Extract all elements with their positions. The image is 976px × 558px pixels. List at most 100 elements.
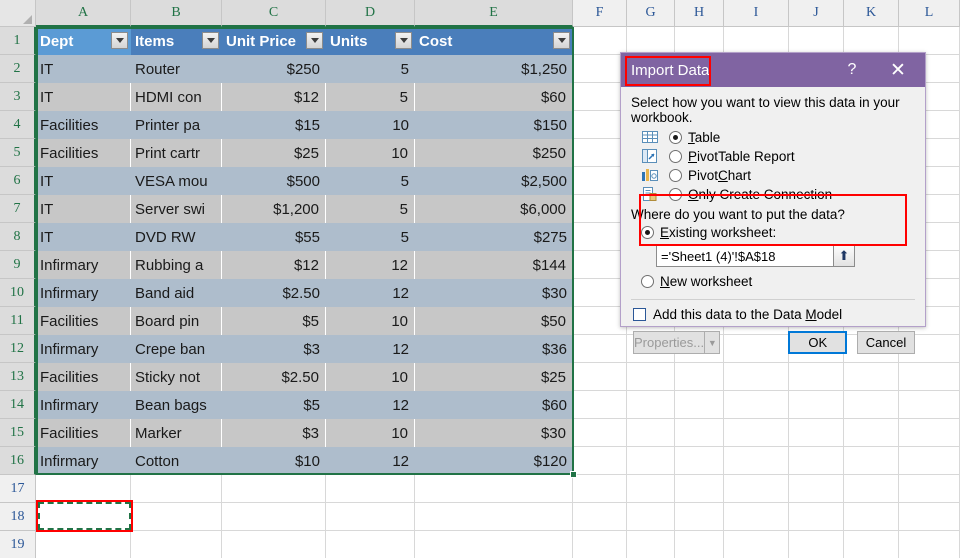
cell-F2[interactable]: [573, 55, 627, 83]
table-cell[interactable]: $60: [415, 391, 573, 419]
column-header-l[interactable]: L: [899, 0, 960, 27]
radio-pivotchart[interactable]: [669, 169, 682, 182]
table-cell[interactable]: IT: [36, 223, 131, 251]
table-cell[interactable]: $5: [222, 391, 326, 419]
cell-L1[interactable]: [899, 27, 960, 55]
cell-C17[interactable]: [222, 475, 326, 503]
cell-A17[interactable]: [36, 475, 131, 503]
column-header-g[interactable]: G: [627, 0, 675, 27]
table-cell[interactable]: Band aid: [131, 279, 222, 307]
cell-I15[interactable]: [724, 419, 789, 447]
cell-J13[interactable]: [789, 363, 844, 391]
table-cell[interactable]: Rubbing a: [131, 251, 222, 279]
row-header-7[interactable]: 7: [0, 195, 36, 223]
table-cell[interactable]: $500: [222, 167, 326, 195]
cell-F15[interactable]: [573, 419, 627, 447]
cell-G19[interactable]: [627, 531, 675, 558]
table-cell[interactable]: $55: [222, 223, 326, 251]
column-header-j[interactable]: J: [789, 0, 844, 27]
cell-K19[interactable]: [844, 531, 899, 558]
cell-E18[interactable]: [415, 503, 573, 531]
cell-F17[interactable]: [573, 475, 627, 503]
table-cell[interactable]: IT: [36, 167, 131, 195]
row-header-19[interactable]: 19: [0, 531, 36, 558]
row-header-16[interactable]: 16: [0, 447, 36, 475]
table-cell[interactable]: $12: [222, 251, 326, 279]
column-header-h[interactable]: H: [675, 0, 724, 27]
radio-new-worksheet[interactable]: [641, 274, 654, 288]
cell-A19[interactable]: [36, 531, 131, 558]
cell-J14[interactable]: [789, 391, 844, 419]
table-cell[interactable]: Marker: [131, 419, 222, 447]
range-picker-icon[interactable]: ⬆: [833, 245, 855, 267]
table-cell[interactable]: $12: [222, 83, 326, 111]
cell-C19[interactable]: [222, 531, 326, 558]
cell-H16[interactable]: [675, 447, 724, 475]
view-option-pivottable[interactable]: PivotTable Report: [631, 147, 915, 166]
row-header-11[interactable]: 11: [0, 307, 36, 335]
help-icon[interactable]: ?: [837, 53, 867, 87]
cell-I16[interactable]: [724, 447, 789, 475]
properties-button[interactable]: Properties...: [633, 331, 706, 354]
table-cell[interactable]: Crepe ban: [131, 335, 222, 363]
table-cell[interactable]: $30: [415, 279, 573, 307]
cell-L16[interactable]: [899, 447, 960, 475]
cell-B17[interactable]: [131, 475, 222, 503]
table-cell[interactable]: VESA mou: [131, 167, 222, 195]
table-cell[interactable]: 12: [326, 335, 415, 363]
row-header-9[interactable]: 9: [0, 251, 36, 279]
cell-H18[interactable]: [675, 503, 724, 531]
table-cell[interactable]: Sticky not: [131, 363, 222, 391]
cell-D17[interactable]: [326, 475, 415, 503]
radio-pivottable[interactable]: [669, 150, 682, 163]
row-header-17[interactable]: 17: [0, 475, 36, 503]
cell-J17[interactable]: [789, 475, 844, 503]
column-header-k[interactable]: K: [844, 0, 899, 27]
cell-L18[interactable]: [899, 503, 960, 531]
table-cell[interactable]: Cotton: [131, 447, 222, 475]
table-cell[interactable]: Print cartr: [131, 139, 222, 167]
cell-F7[interactable]: [573, 195, 627, 223]
row-header-14[interactable]: 14: [0, 391, 36, 419]
cell-B19[interactable]: [131, 531, 222, 558]
cell-L19[interactable]: [899, 531, 960, 558]
table-cell[interactable]: Facilities: [36, 111, 131, 139]
cell-K14[interactable]: [844, 391, 899, 419]
table-cell[interactable]: $250: [415, 139, 573, 167]
cell-F12[interactable]: [573, 335, 627, 363]
ok-button[interactable]: OK: [788, 331, 847, 354]
cell-I18[interactable]: [724, 503, 789, 531]
table-cell[interactable]: 12: [326, 279, 415, 307]
cell-H1[interactable]: [675, 27, 724, 55]
table-cell[interactable]: $144: [415, 251, 573, 279]
table-cell[interactable]: $25: [222, 139, 326, 167]
table-cell[interactable]: 10: [326, 111, 415, 139]
cell-F18[interactable]: [573, 503, 627, 531]
table-cell[interactable]: Board pin: [131, 307, 222, 335]
cell-L13[interactable]: [899, 363, 960, 391]
cell-I17[interactable]: [724, 475, 789, 503]
table-cell[interactable]: Router: [131, 55, 222, 83]
radio-table[interactable]: [669, 131, 682, 144]
table-cell[interactable]: 10: [326, 307, 415, 335]
table-cell[interactable]: Printer pa: [131, 111, 222, 139]
cell-F3[interactable]: [573, 83, 627, 111]
cell-H19[interactable]: [675, 531, 724, 558]
cell-K18[interactable]: [844, 503, 899, 531]
table-cell[interactable]: $6,000: [415, 195, 573, 223]
cell-G16[interactable]: [627, 447, 675, 475]
cell-J19[interactable]: [789, 531, 844, 558]
row-header-2[interactable]: 2: [0, 55, 36, 83]
cell-I13[interactable]: [724, 363, 789, 391]
filter-dropdown-icon-unit-price[interactable]: [306, 32, 323, 49]
table-cell[interactable]: IT: [36, 83, 131, 111]
row-header-1[interactable]: 1: [0, 27, 36, 55]
table-cell[interactable]: 5: [326, 195, 415, 223]
table-cell[interactable]: $5: [222, 307, 326, 335]
table-cell[interactable]: IT: [36, 195, 131, 223]
table-cell[interactable]: DVD RW: [131, 223, 222, 251]
table-cell[interactable]: 12: [326, 391, 415, 419]
reference-input[interactable]: ='Sheet1 (4)'!$A$18: [656, 245, 834, 267]
close-icon[interactable]: ✕: [877, 53, 919, 87]
filter-dropdown-icon-units[interactable]: [395, 32, 412, 49]
